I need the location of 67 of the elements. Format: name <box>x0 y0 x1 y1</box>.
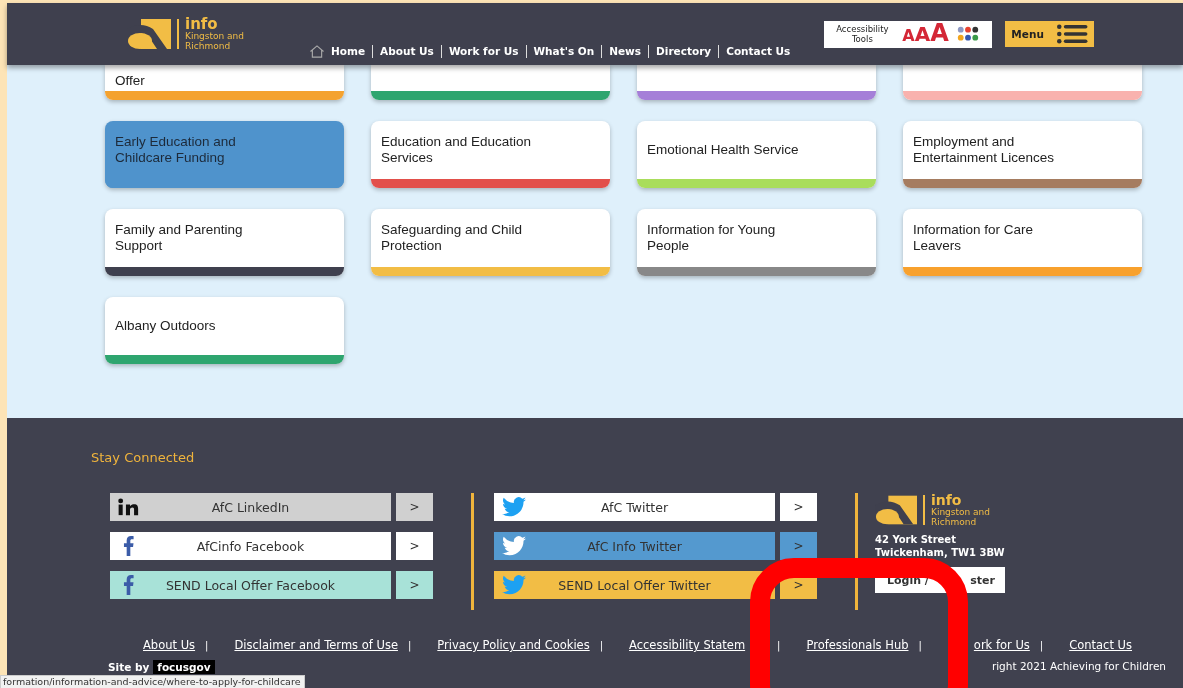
brand-link[interactable]: focusgov <box>153 660 215 674</box>
arrow-button[interactable]: > <box>780 493 817 521</box>
service-card[interactable]: Albany Outdoors <box>105 297 344 364</box>
separator: | <box>1039 639 1044 651</box>
site-by-label: Site by <box>108 661 150 673</box>
footer-link[interactable]: About Us <box>143 638 196 652</box>
bird-icon <box>501 575 527 595</box>
footer-link[interactable]: Professionals Hub <box>806 638 909 652</box>
footer-heading: Stay Connected <box>90 450 196 465</box>
bird-icon <box>501 536 527 556</box>
menu-button[interactable]: Menu <box>1005 21 1095 47</box>
nav-link[interactable]: Directory <box>656 45 712 57</box>
service-card[interactable]: Emotional Health Service <box>637 121 876 188</box>
logo-icon <box>875 495 917 525</box>
footer-link[interactable]: Disclaimer and Terms of Use <box>234 638 398 652</box>
logo-subtitle: Kingston and Richmond <box>185 31 246 51</box>
service-card[interactable]: Early Education and Childcare Funding <box>105 121 344 188</box>
menu-icon <box>1055 24 1088 44</box>
nav-link[interactable]: Contact Us <box>726 45 791 57</box>
service-card[interactable] <box>371 65 610 100</box>
address-line: 42 York Street <box>875 533 957 546</box>
nav-link[interactable]: What's On <box>533 45 595 57</box>
nav-link[interactable]: About Us <box>380 45 434 57</box>
nav-link[interactable]: Work for Us <box>448 45 519 57</box>
logo-icon <box>127 19 171 49</box>
logo-subtitle: Kingston and Richmond <box>931 507 992 527</box>
facebook-icon <box>122 536 135 556</box>
service-card[interactable]: Offer <box>105 65 344 100</box>
arrow-button[interactable]: > <box>396 493 433 521</box>
social-link[interactable]: AfCinfo Facebook <box>110 532 391 560</box>
copyright-text: right 2021 Achieving for Children <box>991 660 1166 674</box>
service-card[interactable]: Employment and Entertainment Licences <box>903 121 1142 188</box>
address-line: Twickenham, TW1 3BW <box>875 546 1005 559</box>
separator: | <box>205 639 209 651</box>
bird-icon <box>501 497 527 517</box>
service-card[interactable] <box>903 65 1142 100</box>
social-link[interactable]: SEND Local Offer Twitter <box>494 571 775 599</box>
accessibility-tools-button[interactable]: Accessibility Tools AAA <box>824 20 993 48</box>
logo-title: info <box>931 493 963 507</box>
arrow-button[interactable]: > <box>396 532 433 560</box>
footer-link[interactable]: Privacy Policy and Cookies <box>437 638 590 652</box>
footer-link[interactable]: ork for Us <box>973 638 1030 652</box>
separator: | <box>599 639 604 651</box>
logo-title: info <box>185 17 218 31</box>
separator: | <box>777 639 781 651</box>
social-link[interactable]: AfC Twitter <box>494 493 775 521</box>
service-card[interactable]: Information for Care Leavers <box>903 209 1142 276</box>
social-link[interactable]: AfC LinkedIn <box>110 493 391 521</box>
arrow-button[interactable]: > <box>396 571 433 599</box>
arrow-button[interactable]: > <box>780 532 817 560</box>
social-link[interactable]: SEND Local Offer Facebook <box>110 571 391 599</box>
status-bar-url: formation/information-and-advice/where-to-apply-for-childcare <box>0 675 306 688</box>
separator: | <box>918 639 922 651</box>
service-card[interactable]: Information for Young People <box>637 209 876 276</box>
service-card[interactable] <box>637 65 876 100</box>
separator: | <box>407 639 412 651</box>
nav-link[interactable]: News <box>609 45 642 57</box>
service-card[interactable]: Family and Parenting Support <box>105 209 344 276</box>
facebook-icon <box>122 575 135 595</box>
footer-link[interactable]: Accessibility Statem <box>629 638 746 652</box>
service-card[interactable]: Education and Education Services <box>371 121 610 188</box>
social-link[interactable]: AfC Info Twitter <box>494 532 775 560</box>
home-icon <box>309 44 325 58</box>
nav-link[interactable]: Home <box>331 45 366 57</box>
flags-icon <box>956 26 979 42</box>
service-card[interactable]: Safeguarding and Child Protection <box>371 209 610 276</box>
footer-link[interactable]: Contact Us <box>1069 638 1132 652</box>
